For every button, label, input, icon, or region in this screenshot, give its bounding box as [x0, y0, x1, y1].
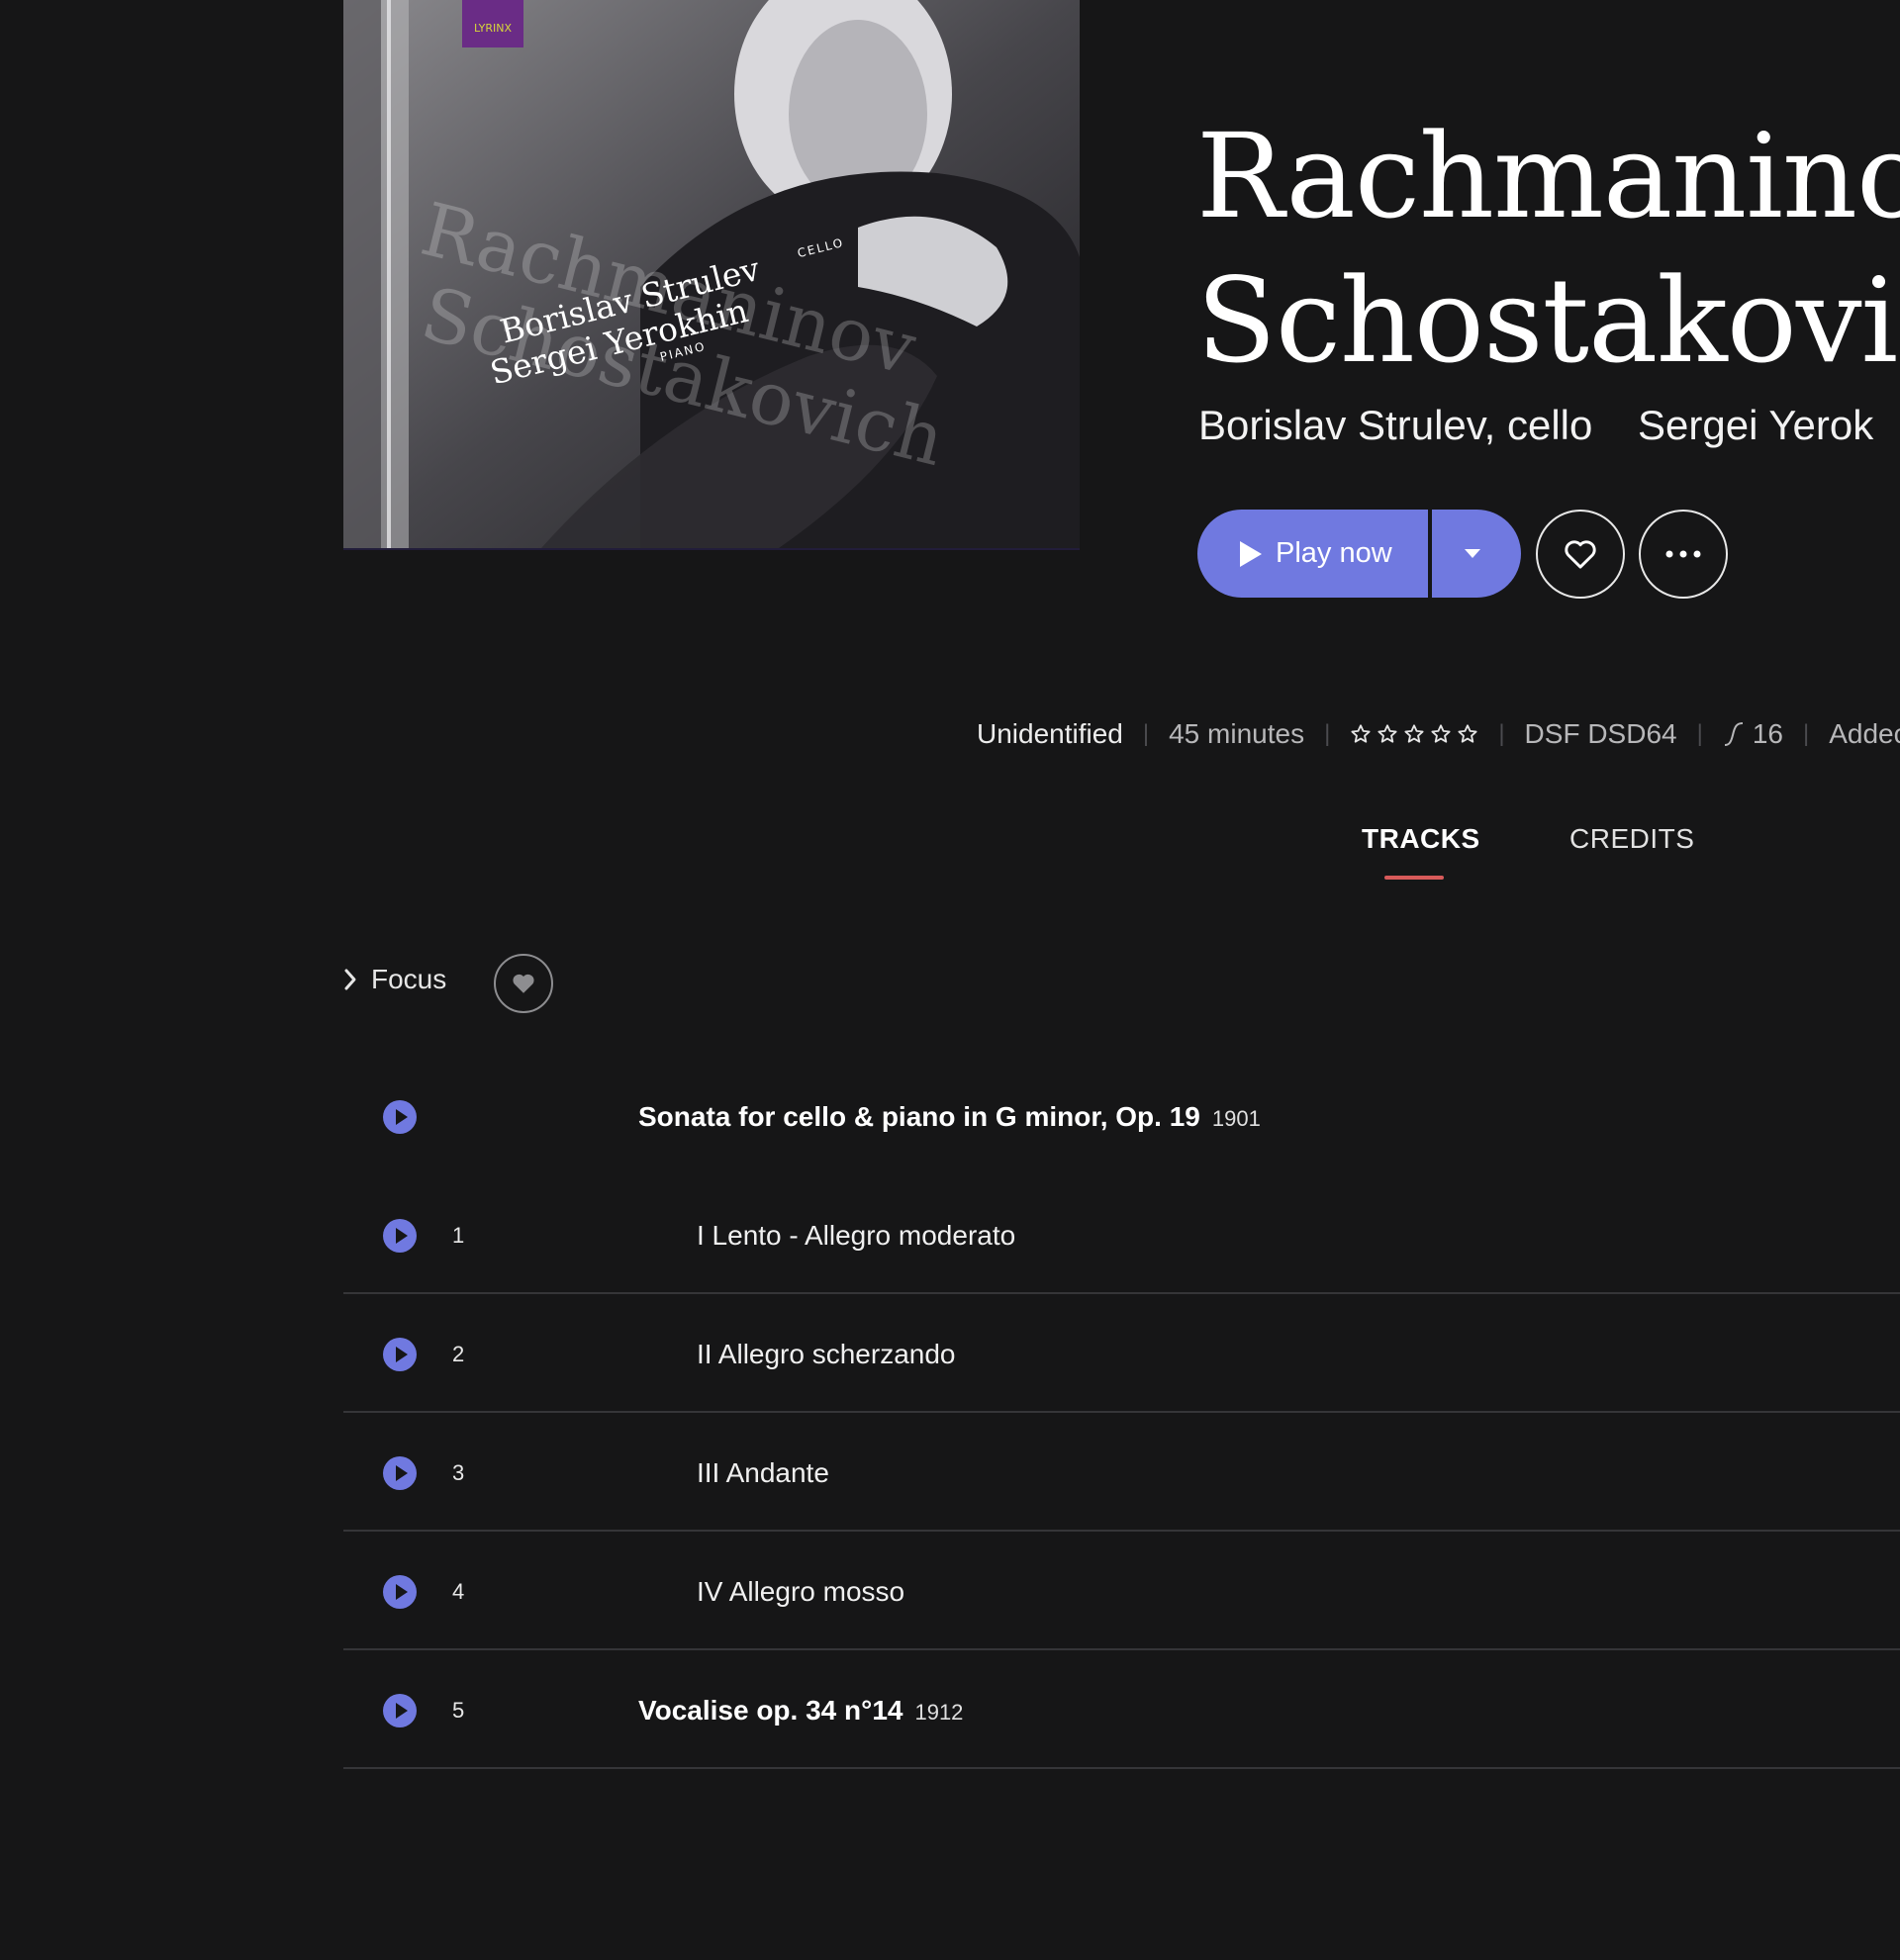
focus-favorite-button[interactable]: [494, 954, 553, 1013]
track-title-text: I Lento - Allegro moderato: [697, 1220, 1016, 1251]
album-page: LYRINX Rachmaninov Schostakovich Borisla…: [0, 0, 1900, 1960]
album-artists: Borislav Strulev, cello Sergei Yerok: [1198, 396, 1900, 455]
track-row[interactable]: 2 II Allegro scherzando: [343, 1294, 1900, 1413]
info-separator: |: [1324, 720, 1331, 747]
album-duration: 45 minutes: [1169, 718, 1305, 749]
bit-depth-value: 16: [1752, 718, 1783, 749]
play-icon: [396, 1703, 408, 1719]
play-icon: [396, 1228, 408, 1244]
artist-link[interactable]: Sergei Yerok: [1638, 402, 1873, 448]
star-icon[interactable]: [1403, 723, 1425, 745]
info-separator: |: [1142, 720, 1150, 747]
play-icon: [396, 1584, 408, 1600]
rating-stars[interactable]: [1350, 723, 1478, 745]
track-play-button[interactable]: [383, 1100, 417, 1134]
track-number: 3: [452, 1460, 465, 1485]
track-list: Sonata for cello & piano in G minor, Op.…: [343, 1057, 1900, 1769]
track-play-button[interactable]: [383, 1219, 417, 1253]
play-button-group: Play now: [1197, 510, 1521, 598]
track-row[interactable]: 3 III Andante: [343, 1413, 1900, 1532]
star-icon[interactable]: [1430, 723, 1452, 745]
track-play-button[interactable]: [383, 1456, 417, 1490]
track-play-button[interactable]: [383, 1575, 417, 1609]
track-title[interactable]: I Lento - Allegro moderato: [697, 1217, 1015, 1255]
play-now-label: Play now: [1276, 537, 1392, 569]
artist-link[interactable]: Borislav Strulev, cello: [1198, 402, 1592, 448]
caret-down-icon: [1465, 549, 1480, 558]
identification-status[interactable]: Unidentified: [977, 718, 1123, 750]
star-icon[interactable]: [1457, 723, 1478, 745]
track-play-button[interactable]: [383, 1694, 417, 1727]
album-title-line-2: Schostakovich: [1196, 252, 1900, 389]
info-separator: |: [1498, 720, 1505, 747]
album-title: Rachmaninov Schostakovich: [1196, 104, 1900, 393]
track-row[interactable]: 1 I Lento - Allegro moderato: [343, 1175, 1900, 1294]
track-play-button[interactable]: [383, 1338, 417, 1371]
more-options-button[interactable]: [1639, 510, 1728, 599]
tab-tracks[interactable]: TRACKS: [1362, 823, 1480, 855]
bit-depth: 16: [1723, 718, 1783, 750]
composition-year: 1901: [1211, 1106, 1261, 1131]
track-title[interactable]: III Andante: [697, 1454, 829, 1492]
star-icon[interactable]: [1350, 723, 1372, 745]
track-title-text: Sonata for cello & piano in G minor, Op.…: [638, 1101, 1200, 1132]
track-title-text: II Allegro scherzando: [697, 1339, 956, 1369]
track-title[interactable]: IV Allegro mosso: [697, 1573, 904, 1611]
track-number: 1: [452, 1223, 465, 1248]
heart-filled-icon: [513, 974, 534, 993]
track-number: 2: [452, 1342, 465, 1366]
work-row[interactable]: Sonata for cello & piano in G minor, Op.…: [343, 1057, 1900, 1175]
track-title-text: Vocalise op. 34 n°14: [638, 1695, 903, 1726]
track-title[interactable]: II Allegro scherzando: [697, 1336, 956, 1373]
active-tab-indicator: [1384, 876, 1444, 880]
track-title-text: III Andante: [697, 1457, 829, 1488]
track-number: 5: [452, 1698, 465, 1723]
ellipsis-icon: [1665, 550, 1701, 558]
album-cover-art: LYRINX Rachmaninov Schostakovich Borisla…: [343, 0, 1080, 548]
album-cover[interactable]: LYRINX Rachmaninov Schostakovich Borisla…: [343, 0, 1080, 550]
composition-year: 1912: [914, 1700, 964, 1725]
heart-outline-icon: [1565, 540, 1596, 569]
star-icon[interactable]: [1377, 723, 1398, 745]
audio-format: DSF DSD64: [1524, 718, 1677, 749]
work-row[interactable]: 5 Vocalise op. 34 n°14 1912: [343, 1650, 1900, 1769]
chevron-right-icon: [344, 969, 356, 990]
play-icon: [396, 1109, 408, 1125]
info-separator: |: [1802, 720, 1810, 747]
info-separator: |: [1696, 720, 1703, 747]
play-icon: [396, 1465, 408, 1481]
track-title[interactable]: Sonata for cello & piano in G minor, Op.…: [638, 1098, 1261, 1138]
label-logo: LYRINX: [474, 22, 513, 35]
track-row[interactable]: 4 IV Allegro mosso: [343, 1532, 1900, 1650]
track-title-text: IV Allegro mosso: [697, 1576, 905, 1607]
favorite-button[interactable]: [1536, 510, 1625, 599]
track-title[interactable]: Vocalise op. 34 n°14 1912: [638, 1692, 963, 1731]
play-options-dropdown-button[interactable]: [1432, 510, 1521, 598]
play-icon: [396, 1347, 408, 1362]
play-now-button[interactable]: Play now: [1197, 510, 1428, 598]
tab-credits[interactable]: CREDITS: [1569, 823, 1694, 855]
play-icon: [1240, 540, 1262, 567]
album-info-line: Unidentified | 45 minutes | | DSF DSD64 …: [977, 714, 1900, 754]
focus-toggle[interactable]: Focus: [343, 964, 446, 995]
waveform-icon: [1724, 722, 1743, 746]
focus-label: Focus: [371, 964, 447, 994]
added-date: Addec: [1829, 718, 1900, 749]
track-number: 4: [452, 1579, 465, 1604]
album-title-line-1: Rachmaninov: [1196, 108, 1900, 244]
